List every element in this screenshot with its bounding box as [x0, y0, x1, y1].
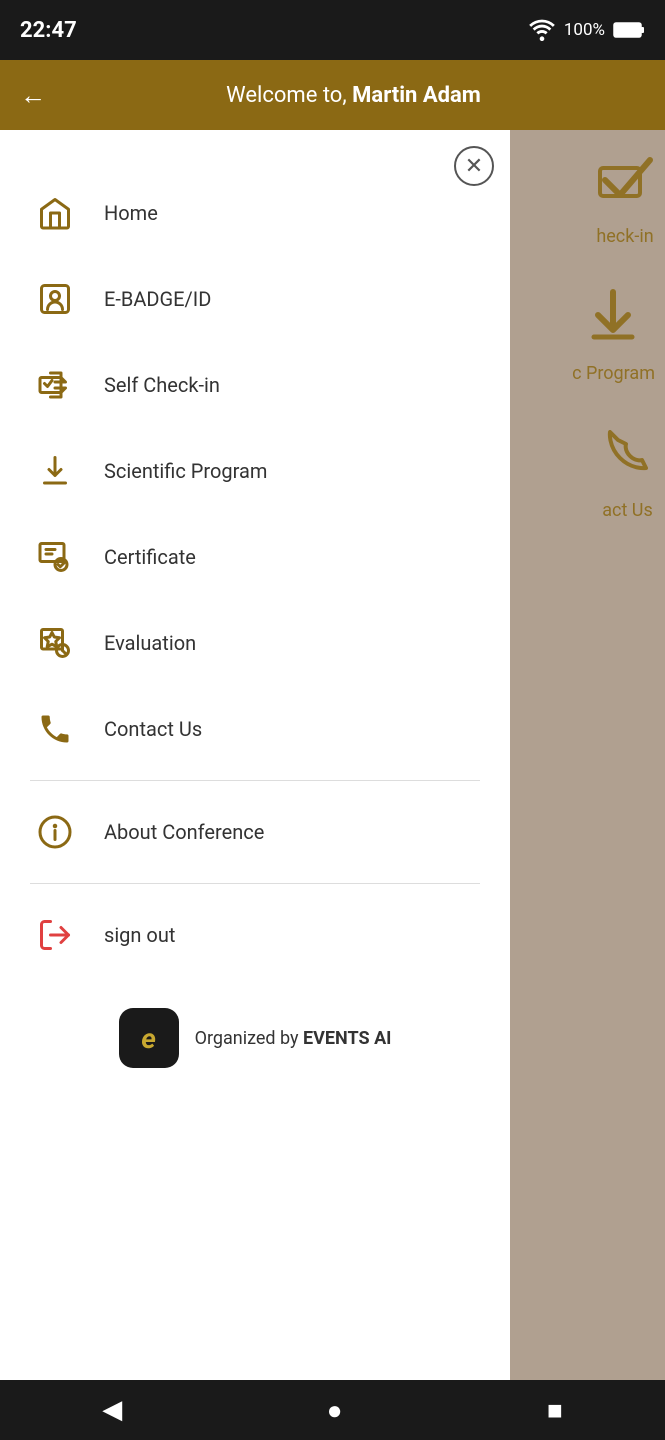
- menu-list: Home E-BADGE/ID: [0, 130, 510, 772]
- nav-back-button[interactable]: ◀: [102, 1395, 122, 1425]
- menu-item-about[interactable]: About Conference: [0, 789, 510, 875]
- signout-label: sign out: [104, 923, 175, 947]
- menu-item-selfcheckin[interactable]: Self Check-in: [0, 342, 510, 428]
- bg-checkin: heck-in: [595, 150, 655, 247]
- menu-item-signout[interactable]: sign out: [0, 892, 510, 978]
- drawer-footer: e Organized by EVENTS AI: [0, 978, 510, 1088]
- evaluation-icon: [30, 618, 80, 668]
- phone-icon: [30, 704, 80, 754]
- status-icons: 100%: [528, 19, 645, 41]
- secondary-menu: About Conference: [0, 789, 510, 875]
- tertiary-menu: sign out: [0, 892, 510, 978]
- scientific-icon: [30, 446, 80, 496]
- certificate-icon: [30, 532, 80, 582]
- scientific-label: Scientific Program: [104, 459, 267, 483]
- bg-contact-label: act Us: [602, 500, 653, 521]
- app-header: ← Welcome to, Martin Adam: [0, 60, 665, 130]
- bg-download-icon: [586, 287, 641, 355]
- signout-icon: [30, 910, 80, 960]
- selfcheckin-label: Self Check-in: [104, 373, 220, 397]
- status-time: 22:47: [20, 18, 77, 43]
- info-icon: [30, 807, 80, 857]
- wifi-icon: [528, 19, 556, 41]
- bg-checkin-label: heck-in: [596, 226, 653, 247]
- bg-download: c Program: [572, 287, 655, 384]
- bg-download-label: c Program: [572, 363, 655, 384]
- divider-1: [30, 780, 480, 781]
- menu-item-evaluation[interactable]: Evaluation: [0, 600, 510, 686]
- menu-item-home[interactable]: Home: [0, 170, 510, 256]
- home-icon: [30, 188, 80, 238]
- nav-home-button[interactable]: ●: [327, 1395, 343, 1426]
- bg-contact: act Us: [600, 424, 655, 521]
- back-button[interactable]: ←: [20, 80, 46, 111]
- footer-text: Organized by EVENTS AI: [195, 1028, 392, 1049]
- badge-icon: [30, 274, 80, 324]
- close-drawer-button[interactable]: ✕: [454, 146, 494, 186]
- contactus-label: Contact Us: [104, 717, 202, 741]
- menu-item-certificate[interactable]: Certificate: [0, 514, 510, 600]
- bottom-nav-bar: ◀ ● ■: [0, 1380, 665, 1440]
- events-ai-logo: e: [119, 1008, 179, 1068]
- nav-recent-button[interactable]: ■: [547, 1395, 563, 1426]
- battery-icon: [613, 21, 645, 39]
- certificate-label: Certificate: [104, 545, 196, 569]
- header-title: Welcome to, Martin Adam: [62, 83, 645, 108]
- side-drawer: ✕ Home E-BADGE/ID: [0, 130, 510, 1380]
- bg-contact-icon: [600, 424, 655, 492]
- divider-2: [30, 883, 480, 884]
- status-bar: 22:47 100%: [0, 0, 665, 60]
- ebadge-label: E-BADGE/ID: [104, 287, 211, 311]
- bg-checkin-icon: [595, 150, 655, 218]
- menu-item-ebadge[interactable]: E-BADGE/ID: [0, 256, 510, 342]
- battery-percent: 100%: [564, 20, 605, 40]
- home-label: Home: [104, 201, 158, 225]
- checkin-icon: [30, 360, 80, 410]
- about-label: About Conference: [104, 820, 264, 844]
- menu-item-scientific[interactable]: Scientific Program: [0, 428, 510, 514]
- evaluation-label: Evaluation: [104, 631, 196, 655]
- menu-item-contactus[interactable]: Contact Us: [0, 686, 510, 772]
